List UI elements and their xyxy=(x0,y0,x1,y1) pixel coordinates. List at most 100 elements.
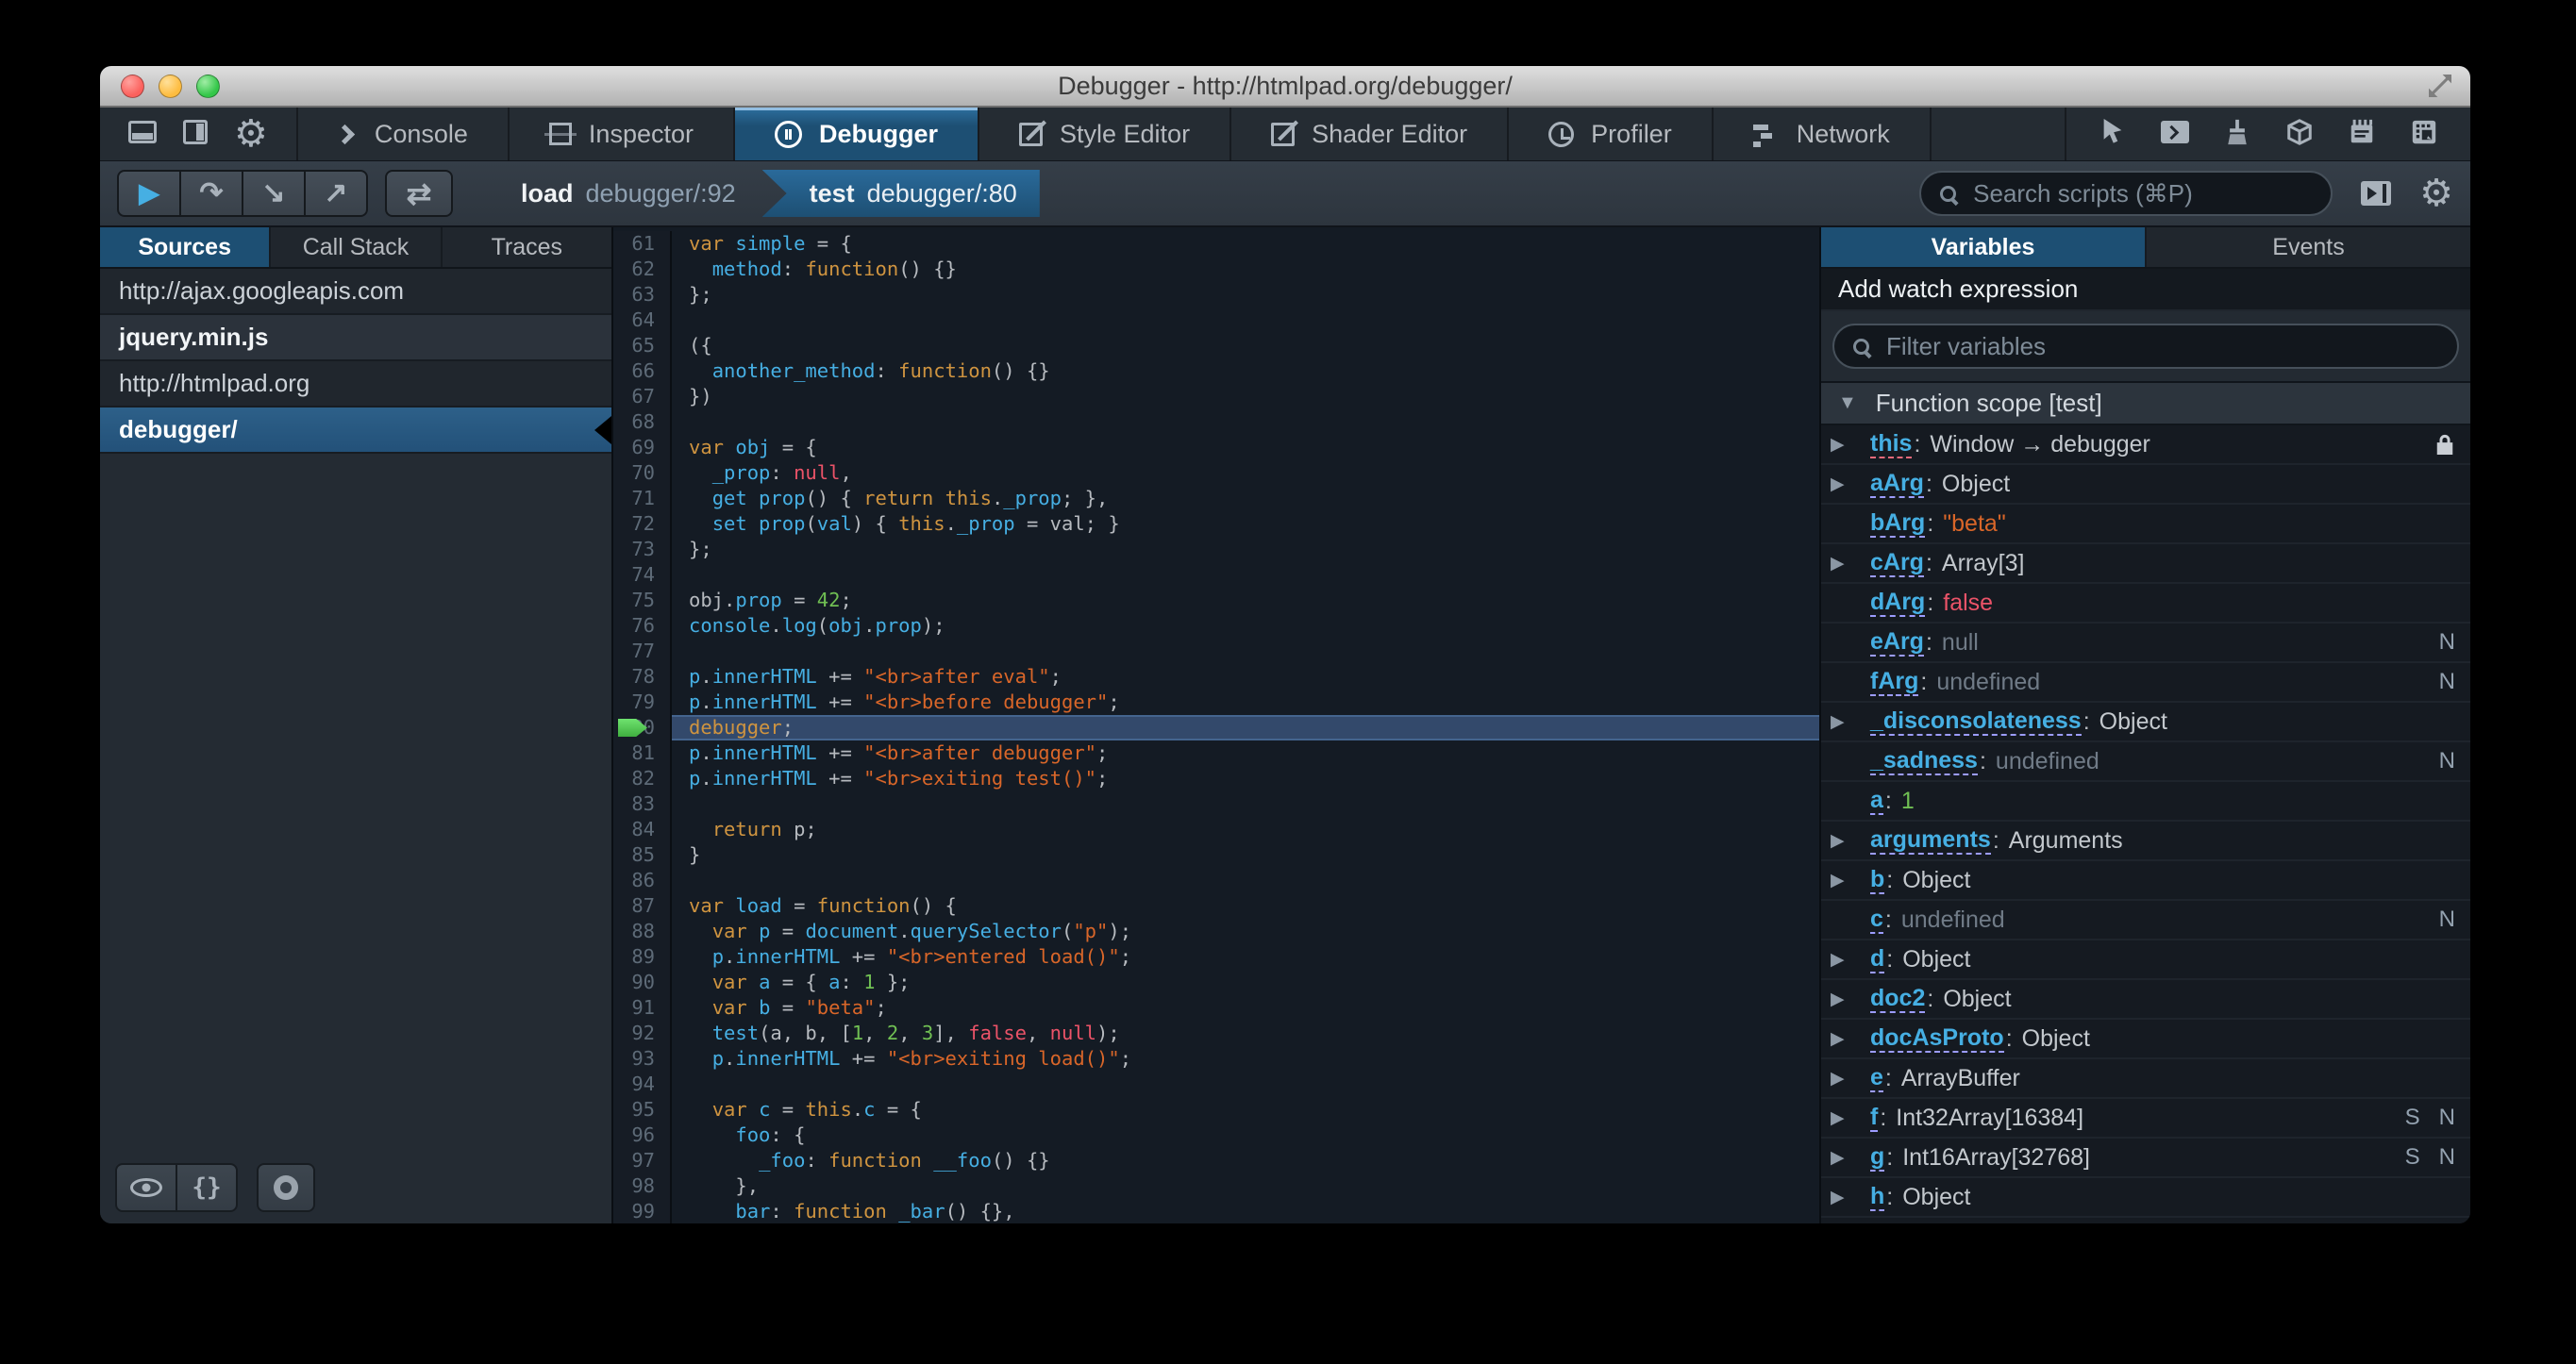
step-over-button[interactable]: ↷ xyxy=(179,170,243,217)
line-number[interactable]: 96 xyxy=(613,1123,672,1148)
source-item[interactable]: jquery.min.js xyxy=(100,315,611,361)
line-number[interactable]: 79 xyxy=(613,690,672,715)
sources-tab-call-stack[interactable]: Call Stack xyxy=(271,227,443,267)
filter-variables-input[interactable] xyxy=(1884,330,2438,362)
line-number[interactable]: 61 xyxy=(613,231,672,257)
variable-row[interactable]: a:1 xyxy=(1821,782,2470,822)
line-number[interactable]: 67 xyxy=(613,384,672,409)
variable-row[interactable]: bArg: "beta" xyxy=(1821,505,2470,544)
variable-name[interactable]: b xyxy=(1870,866,1885,895)
blackbox-eye-button[interactable] xyxy=(115,1163,177,1212)
line-number[interactable]: 82 xyxy=(613,766,672,791)
variable-row[interactable]: ▶ b: Object xyxy=(1821,861,2470,901)
line-number[interactable]: 98 xyxy=(613,1173,672,1199)
expand-arrow-icon[interactable]: ▶ xyxy=(1831,949,1870,971)
line-number[interactable]: 77 xyxy=(613,639,672,664)
variable-name[interactable]: f xyxy=(1870,1104,1879,1133)
line-number[interactable]: 76 xyxy=(613,613,672,639)
line-number[interactable]: 68 xyxy=(613,409,672,435)
line-number[interactable]: 64 xyxy=(613,308,672,333)
line-number[interactable]: 72 xyxy=(613,511,672,537)
line-number[interactable]: 93 xyxy=(613,1046,672,1072)
line-number[interactable]: 99 xyxy=(613,1199,672,1223)
variable-row[interactable]: ▶ e: ArrayBuffer xyxy=(1821,1059,2470,1099)
variable-name[interactable]: dArg xyxy=(1870,589,1926,618)
zoom-button[interactable] xyxy=(196,74,220,98)
variable-row[interactable]: c: undefined N xyxy=(1821,901,2470,940)
line-number[interactable]: 83 xyxy=(613,791,672,817)
tab-profiler[interactable]: Profiler xyxy=(1509,108,1714,160)
variables-tab-events[interactable]: Events xyxy=(2147,227,2470,267)
resize-icon[interactable] xyxy=(2425,71,2455,106)
line-number[interactable]: 71 xyxy=(613,486,672,511)
tab-debugger[interactable]: Debugger xyxy=(734,108,979,160)
line-number[interactable]: 63 xyxy=(613,282,672,308)
expand-arrow-icon[interactable]: ▶ xyxy=(1831,1028,1870,1050)
tab-style-editor[interactable]: Style Editor xyxy=(979,108,1232,160)
variable-name[interactable]: bArg xyxy=(1870,509,1926,539)
pretty-print-button[interactable]: {} xyxy=(176,1163,238,1212)
step-out-button[interactable]: ↗ xyxy=(304,170,368,217)
variable-name[interactable]: c xyxy=(1870,906,1883,935)
toggle-tracer-button[interactable] xyxy=(257,1163,315,1212)
variable-row[interactable]: ▶ arguments: Arguments xyxy=(1821,822,2470,861)
line-number[interactable]: 91 xyxy=(613,995,672,1021)
variable-name[interactable]: h xyxy=(1870,1183,1885,1212)
variable-row[interactable]: dArg: false xyxy=(1821,584,2470,624)
variable-name[interactable]: cArg xyxy=(1870,549,1924,578)
breadcrumb-1[interactable]: load debugger/:92 xyxy=(498,170,759,217)
variable-row[interactable]: ▶ f: Int32Array[16384] S N xyxy=(1821,1099,2470,1139)
variable-name[interactable]: d xyxy=(1870,945,1885,974)
line-number[interactable]: 89 xyxy=(613,944,672,970)
line-number[interactable]: 92 xyxy=(613,1021,672,1046)
variable-row[interactable]: ▶ cArg: Array[3] xyxy=(1821,544,2470,584)
sources-tab-traces[interactable]: Traces xyxy=(443,227,611,267)
expand-arrow-icon[interactable]: ▶ xyxy=(1831,989,1870,1010)
line-number[interactable]: 65 xyxy=(613,333,672,358)
line-number[interactable]: 78 xyxy=(613,664,672,690)
sources-tab-sources[interactable]: Sources xyxy=(100,227,272,267)
minimize-button[interactable] xyxy=(159,74,182,98)
expand-arrow-icon[interactable]: ▶ xyxy=(1831,830,1870,852)
dock-side-button[interactable] xyxy=(183,119,208,149)
variable-name[interactable]: aArg xyxy=(1870,470,1924,499)
variable-name[interactable]: a xyxy=(1870,787,1883,816)
variables-tab-variables[interactable]: Variables xyxy=(1821,227,2147,267)
expand-arrow-icon[interactable]: ▶ xyxy=(1831,1107,1870,1129)
close-button[interactable] xyxy=(121,74,144,98)
box-model-3d-button[interactable] xyxy=(2285,118,2314,151)
variable-name[interactable]: this xyxy=(1870,430,1913,459)
toggle-panel-button[interactable] xyxy=(2361,181,2392,206)
variable-name[interactable]: eArg xyxy=(1870,628,1924,657)
variable-row[interactable]: ▶ doc2: Object xyxy=(1821,980,2470,1020)
line-number[interactable]: 95 xyxy=(613,1097,672,1123)
expand-arrow-icon[interactable]: ▶ xyxy=(1831,1147,1870,1169)
line-number[interactable]: 86 xyxy=(613,868,672,893)
variable-row[interactable]: ▶ g: Int16Array[32768] S N xyxy=(1821,1139,2470,1178)
line-number[interactable]: 87 xyxy=(613,893,672,919)
variable-name[interactable]: g xyxy=(1870,1143,1885,1173)
blackbox-sources-button[interactable]: ⇄ xyxy=(385,170,453,217)
tab-inspector[interactable]: Inspector xyxy=(510,108,735,160)
expand-arrow-icon[interactable]: ▶ xyxy=(1831,434,1870,456)
line-number[interactable]: 80 xyxy=(613,715,672,740)
step-in-button[interactable]: ↘ xyxy=(242,170,306,217)
line-number[interactable]: 84 xyxy=(613,817,672,842)
source-item[interactable]: debugger/ xyxy=(100,408,611,454)
scope-header[interactable]: ▼ Function scope [test] xyxy=(1821,383,2470,425)
resume-button[interactable]: ▶ xyxy=(117,170,181,217)
variable-row[interactable]: ▶ _disconsolateness: Object xyxy=(1821,703,2470,742)
line-number[interactable]: 62 xyxy=(613,257,672,282)
line-number[interactable]: 66 xyxy=(613,358,672,384)
variable-row[interactable]: ▶ docAsProto: Object xyxy=(1821,1020,2470,1059)
line-number[interactable]: 75 xyxy=(613,588,672,613)
line-number[interactable]: 70 xyxy=(613,460,672,486)
tab-network[interactable]: Network xyxy=(1714,108,1932,160)
expand-arrow-icon[interactable]: ▶ xyxy=(1831,1068,1870,1090)
variable-row[interactable]: ▶ h: Object xyxy=(1821,1178,2470,1218)
variable-name[interactable]: doc2 xyxy=(1870,985,1926,1014)
split-console-button[interactable] xyxy=(2161,120,2189,148)
pick-element-button[interactable] xyxy=(2099,117,2127,152)
variable-name[interactable]: docAsProto xyxy=(1870,1024,2004,1054)
expand-arrow-icon[interactable]: ▶ xyxy=(1831,1187,1870,1208)
